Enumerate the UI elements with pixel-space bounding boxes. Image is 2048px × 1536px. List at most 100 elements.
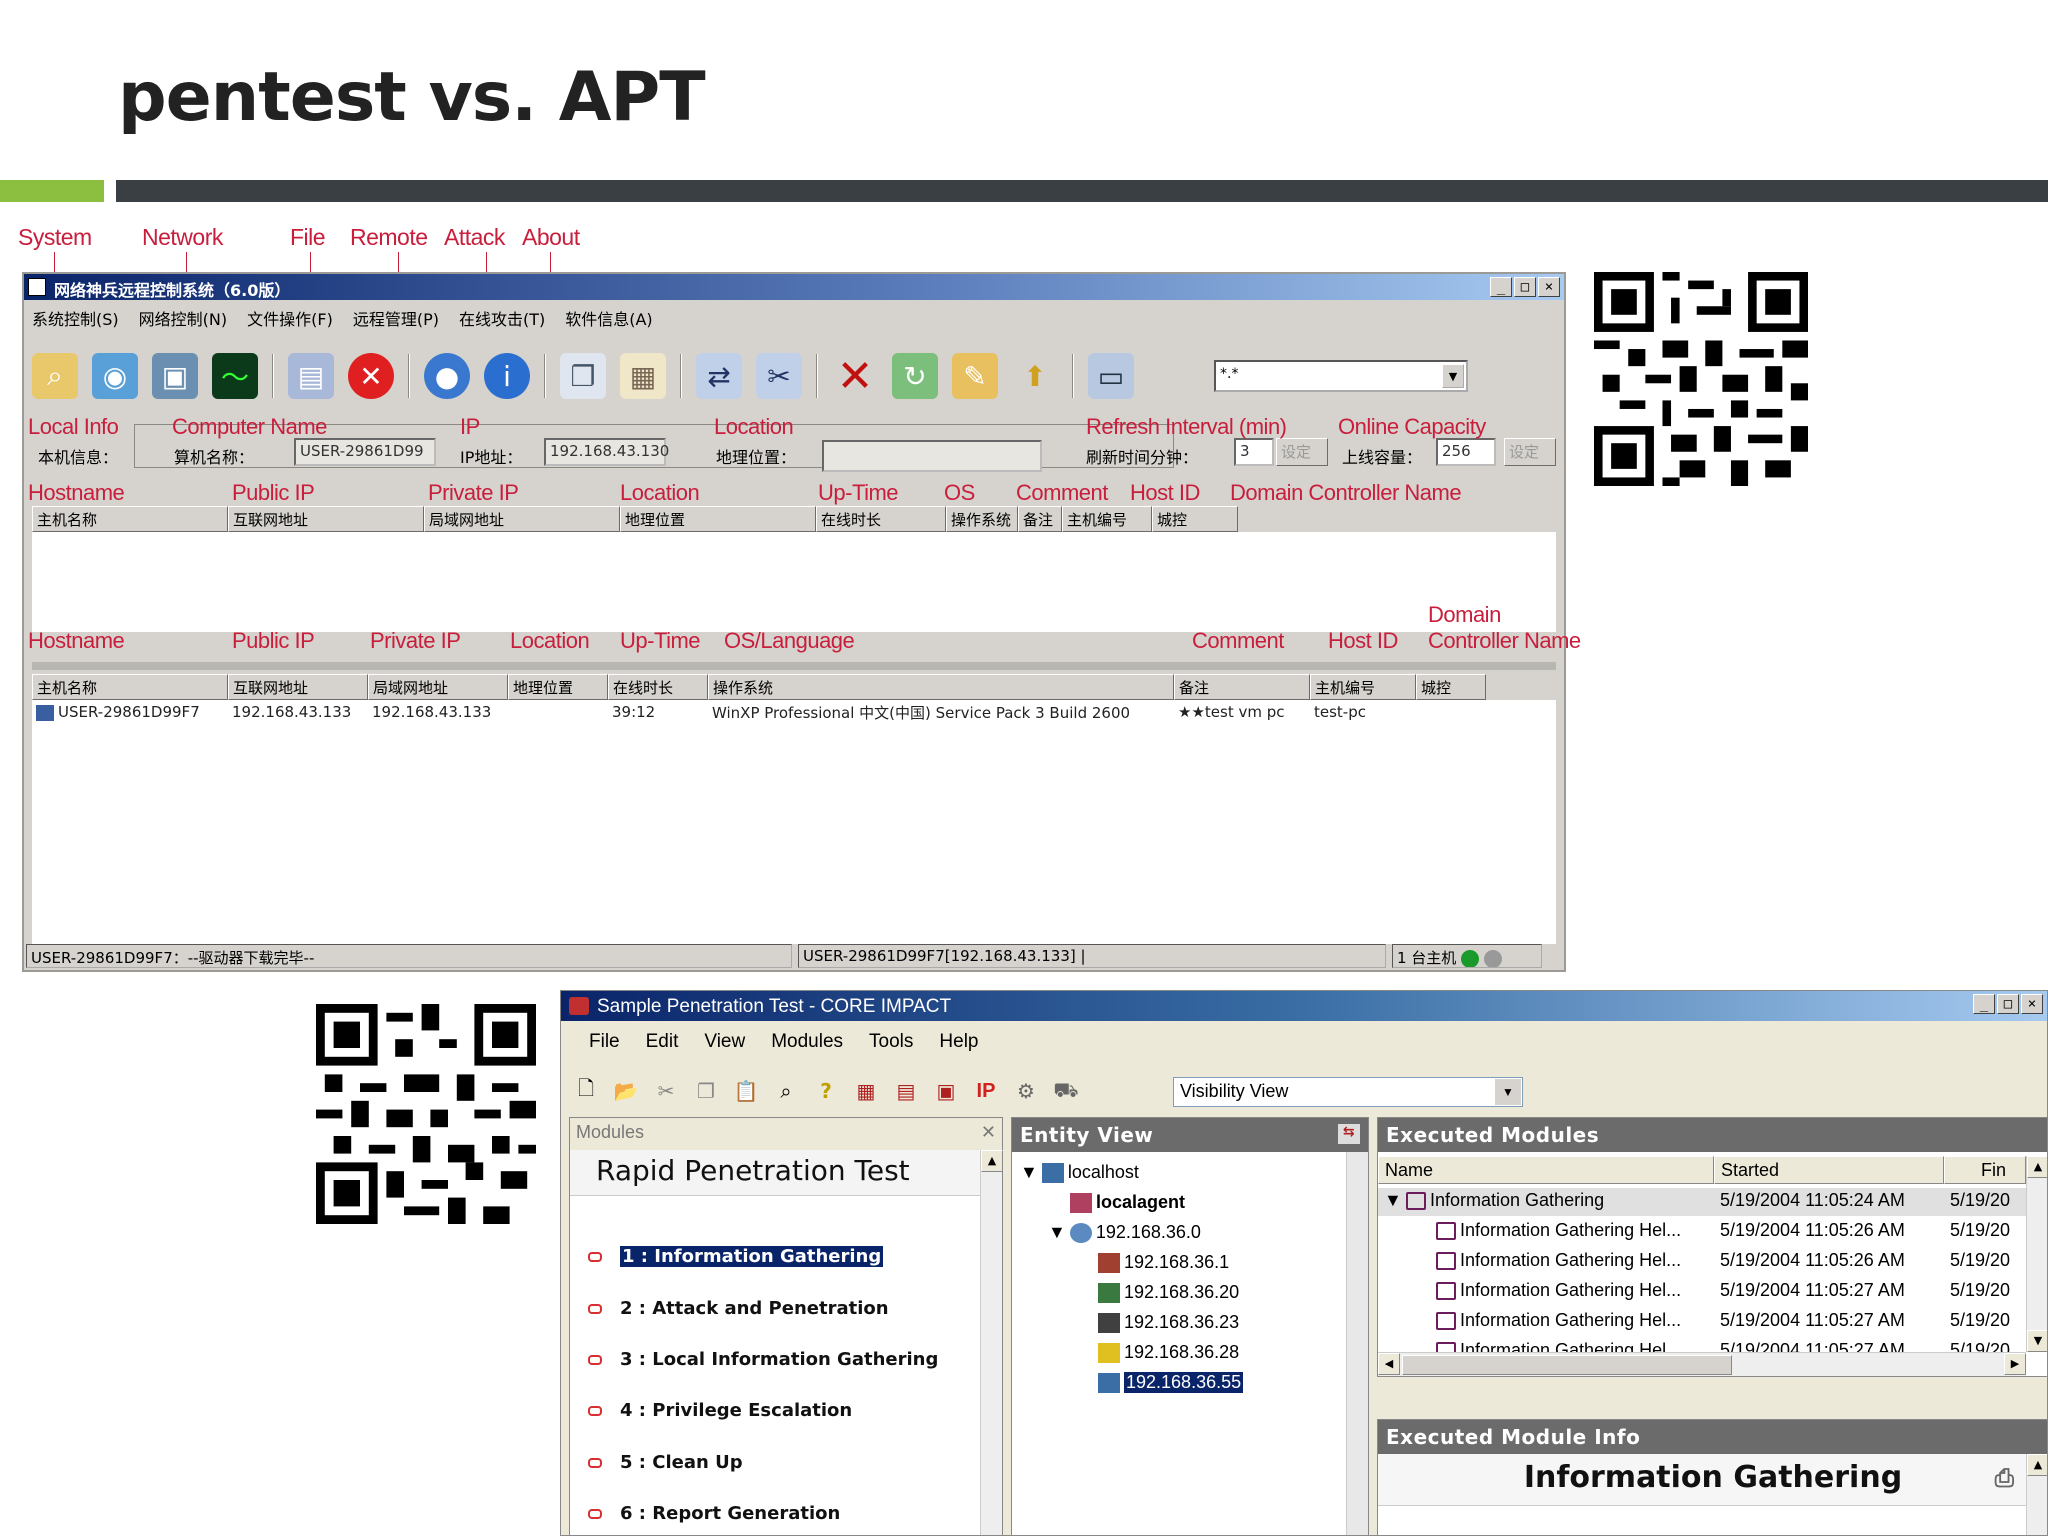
- col-os[interactable]: 操作系统: [946, 506, 1018, 532]
- capacity-input[interactable]: 256: [1436, 438, 1496, 466]
- refresh-set-button[interactable]: 设定: [1276, 438, 1328, 466]
- col-started[interactable]: Started: [1714, 1156, 1944, 1184]
- scroll-left-icon[interactable]: ◀: [1378, 1353, 1400, 1375]
- splitter[interactable]: [32, 662, 1556, 670]
- col-hostname[interactable]: 主机名称: [32, 506, 228, 532]
- menu-attack[interactable]: 在线攻击(T): [459, 306, 545, 330]
- host-list-top[interactable]: [32, 532, 1556, 632]
- stop-icon[interactable]: ✕: [348, 353, 394, 399]
- tree-node-localhost[interactable]: ▼ localhost: [1020, 1162, 1139, 1183]
- computer-icon[interactable]: ▣: [152, 353, 198, 399]
- paste-icon[interactable]: ▦: [620, 353, 666, 399]
- menu-modules[interactable]: Modules: [771, 1031, 843, 1053]
- expand-icon[interactable]: ▼: [1020, 1162, 1038, 1183]
- menu-file[interactable]: 文件操作(F): [247, 306, 333, 330]
- col-domain[interactable]: 城控: [1416, 674, 1486, 700]
- file-filter-combo[interactable]: *.* ▼: [1214, 360, 1468, 392]
- cut-icon[interactable]: ✂: [756, 353, 802, 399]
- col-comment[interactable]: 备注: [1174, 674, 1310, 700]
- step-local-info-gathering[interactable]: 3 : Local Information Gathering: [588, 1349, 938, 1370]
- col-public-ip[interactable]: 互联网地址: [228, 506, 424, 532]
- open-folder-icon[interactable]: 📂: [611, 1076, 641, 1106]
- maximize-button[interactable]: □: [1997, 994, 2019, 1014]
- table-row[interactable]: Information Gathering Hel... 5/19/2004 1…: [1378, 1248, 2026, 1276]
- col-host-id[interactable]: 主机编号: [1062, 506, 1152, 532]
- col-hostname[interactable]: 主机名称: [32, 674, 228, 700]
- scroll-up-icon[interactable]: ▲: [981, 1150, 1003, 1172]
- module-view-icon[interactable]: ▦: [851, 1076, 881, 1106]
- menu-edit[interactable]: Edit: [646, 1031, 679, 1053]
- col-domain[interactable]: 城控: [1152, 506, 1238, 532]
- table-row[interactable]: Information Gathering Hel... 5/19/2004 1…: [1378, 1308, 2026, 1336]
- expand-icon[interactable]: ▼: [1384, 1190, 1402, 1211]
- tree-node-host[interactable]: 192.168.36.1: [1098, 1252, 1229, 1273]
- scroll-down-icon[interactable]: ▼: [2027, 1330, 2047, 1352]
- capacity-set-button[interactable]: 设定: [1504, 438, 1556, 466]
- col-comment[interactable]: 备注: [1018, 506, 1062, 532]
- copy-icon[interactable]: ❐: [560, 353, 606, 399]
- close-icon[interactable]: ✕: [981, 1122, 996, 1143]
- tree-node-host-selected[interactable]: 192.168.36.55: [1098, 1371, 1245, 1394]
- table-row[interactable]: USER-29861D99F7 192.168.43.133 192.168.4…: [32, 700, 1556, 724]
- chevron-down-icon[interactable]: ▼: [1442, 364, 1464, 388]
- menu-tools[interactable]: Tools: [869, 1031, 913, 1053]
- col-uptime[interactable]: 在线时长: [608, 674, 708, 700]
- step-information-gathering[interactable]: 1 : Information Gathering: [588, 1245, 885, 1268]
- chevron-down-icon[interactable]: ▼: [1495, 1079, 1521, 1105]
- menu-view[interactable]: View: [704, 1031, 745, 1053]
- col-uptime[interactable]: 在线时长: [816, 506, 946, 532]
- minimize-button[interactable]: _: [1973, 994, 1995, 1014]
- copy-icon[interactable]: ❐: [691, 1076, 721, 1106]
- entity-options-icon[interactable]: ⇆: [1338, 1124, 1360, 1144]
- col-private-ip[interactable]: 局域网地址: [368, 674, 508, 700]
- print-icon[interactable]: ⎙: [1995, 1464, 2014, 1492]
- tree-node-localagent[interactable]: localagent: [1070, 1192, 1185, 1213]
- tree-node-host[interactable]: 192.168.36.20: [1098, 1282, 1239, 1303]
- col-os[interactable]: 操作系统: [708, 674, 1174, 700]
- help-icon[interactable]: ?: [811, 1076, 841, 1106]
- col-private-ip[interactable]: 局域网地址: [424, 506, 620, 532]
- file-manager-icon[interactable]: ▤: [288, 353, 334, 399]
- report-view-icon[interactable]: ▣: [931, 1076, 961, 1106]
- col-host-id[interactable]: 主机编号: [1310, 674, 1416, 700]
- menu-system[interactable]: 系统控制(S): [32, 306, 119, 330]
- close-button[interactable]: ×: [1538, 277, 1560, 297]
- find-icon[interactable]: ⌕: [771, 1076, 801, 1106]
- ip-icon[interactable]: IP: [971, 1076, 1001, 1106]
- agent-icon[interactable]: ⛟: [1051, 1076, 1081, 1106]
- entity-scrollbar[interactable]: [1346, 1152, 1368, 1535]
- move-icon[interactable]: ⇄: [696, 353, 742, 399]
- info-scrollbar[interactable]: ▲: [2026, 1454, 2047, 1535]
- refresh-icon[interactable]: ↻: [892, 353, 938, 399]
- col-public-ip[interactable]: 互联网地址: [228, 674, 368, 700]
- search-host-icon[interactable]: ⌕: [32, 353, 78, 399]
- col-location[interactable]: 地理位置: [508, 674, 608, 700]
- menu-network[interactable]: 网络控制(N): [139, 306, 227, 330]
- step-attack-penetration[interactable]: 2 : Attack and Penetration: [588, 1298, 889, 1319]
- list-view-icon[interactable]: ▤: [891, 1076, 921, 1106]
- maximize-button[interactable]: □: [1514, 277, 1536, 297]
- menu-file[interactable]: File: [589, 1031, 620, 1053]
- folder-edit-icon[interactable]: ✎: [952, 353, 998, 399]
- menu-remote[interactable]: 远程管理(P): [353, 306, 439, 330]
- table-row[interactable]: ▼ Information Gathering 5/19/2004 11:05:…: [1378, 1188, 2026, 1216]
- scroll-up-icon[interactable]: ▲: [2027, 1156, 2047, 1178]
- tree-node-subnet[interactable]: ▼ 192.168.36.0: [1048, 1222, 1201, 1243]
- menu-about[interactable]: 软件信息(A): [565, 306, 652, 330]
- col-location[interactable]: 地理位置: [620, 506, 816, 532]
- step-report-generation[interactable]: 6 : Report Generation: [588, 1503, 840, 1524]
- scroll-up-icon[interactable]: ▲: [2027, 1454, 2047, 1476]
- settings-icon[interactable]: ⚙: [1011, 1076, 1041, 1106]
- menu-help[interactable]: Help: [939, 1031, 978, 1053]
- network-globe-icon[interactable]: ◉: [92, 353, 138, 399]
- view-select[interactable]: Visibility View ▼: [1173, 1077, 1523, 1107]
- monitor-graph-icon[interactable]: 〜: [212, 353, 258, 399]
- col-finished[interactable]: Fin: [1944, 1156, 2026, 1184]
- executed-vscrollbar[interactable]: ▲ ▼: [2026, 1156, 2047, 1352]
- executed-hscrollbar[interactable]: ◀ ▶: [1378, 1352, 2026, 1376]
- scroll-thumb[interactable]: [1402, 1355, 1732, 1375]
- step-privilege-escalation[interactable]: 4 : Privilege Escalation: [588, 1400, 852, 1421]
- cut-icon[interactable]: ✂: [651, 1076, 681, 1106]
- new-file-icon[interactable]: 🗋: [571, 1076, 601, 1106]
- tree-node-host[interactable]: 192.168.36.28: [1098, 1342, 1239, 1363]
